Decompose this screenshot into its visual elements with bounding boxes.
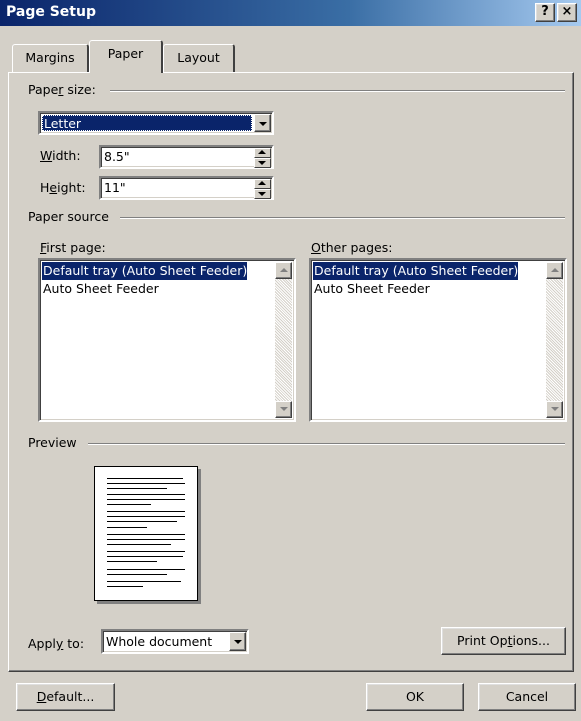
group-divider [120, 217, 565, 219]
tab-label: Margins [25, 50, 75, 65]
title-bar[interactable]: Page Setup ? × [0, 0, 581, 26]
preview-group-label: Preview [28, 435, 83, 450]
window-title: Page Setup [6, 4, 96, 20]
tab-margins[interactable]: Margins [12, 44, 89, 72]
default-button[interactable]: Default... [16, 683, 115, 711]
paper-size-group-label: Paper size: [28, 82, 102, 97]
group-divider [88, 443, 565, 445]
cancel-button[interactable]: Cancel [478, 683, 576, 711]
help-button[interactable]: ? [535, 3, 555, 22]
tab-label: Layout [177, 50, 220, 65]
page-setup-dialog: Page Setup ? × Margins Paper Layout Pape… [0, 0, 581, 721]
ok-button[interactable]: OK [366, 683, 464, 711]
tab-label: Paper [107, 46, 144, 61]
group-divider [110, 90, 565, 92]
close-button[interactable]: × [557, 3, 577, 22]
paper-source-group-label: Paper source [28, 209, 115, 224]
tab-layout[interactable]: Layout [163, 44, 235, 72]
tab-panel-paper [8, 72, 574, 672]
tab-paper[interactable]: Paper [89, 40, 163, 73]
